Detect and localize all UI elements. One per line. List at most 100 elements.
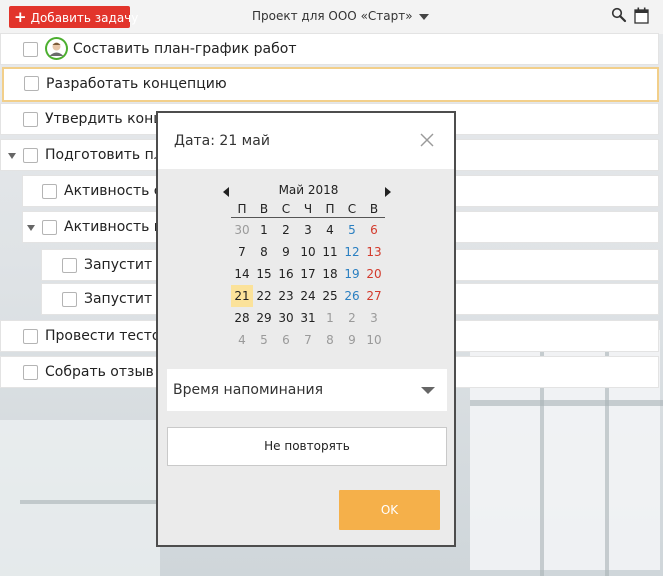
task-label: Подготовить пл	[45, 147, 163, 163]
calendar-week-row: 30 1 2 3 4 5 6	[231, 219, 385, 241]
task-row[interactable]: Составить план-график работ	[0, 33, 659, 65]
task-checkbox[interactable]	[62, 258, 77, 273]
task-checkbox[interactable]	[62, 292, 77, 307]
task-checkbox[interactable]	[23, 42, 38, 57]
task-checkbox[interactable]	[23, 365, 38, 380]
plus-icon: +	[14, 8, 27, 26]
date-dialog: Дата: 21 май Май 2018 ПВСЧПСВ 30 1 2 3 4 5 6 7 8…	[156, 111, 456, 547]
repeat-button[interactable]: Не повторять	[167, 427, 447, 466]
add-task-button[interactable]: + Добавить задачу	[9, 6, 138, 28]
calendar-day[interactable]: 5	[253, 329, 275, 351]
calendar-day[interactable]: 8	[319, 329, 341, 351]
calendar-day[interactable]: 1	[253, 219, 275, 241]
project-selector[interactable]: Проект для ООО «Старт»	[252, 9, 429, 23]
calendar-day[interactable]: 4	[231, 329, 253, 351]
task-checkbox[interactable]	[42, 220, 57, 235]
task-checkbox[interactable]	[42, 184, 57, 199]
calendar-week-row: 7 8 9 10 11 12 13	[231, 241, 385, 263]
calendar-icon[interactable]	[634, 7, 649, 24]
calendar-week-row: 21 22 23 24 25 26 27	[231, 285, 385, 307]
dialog-header: Дата: 21 май	[158, 113, 454, 169]
calendar-day[interactable]: 31	[297, 307, 319, 329]
top-toolbar: + Добавить задачу Проект для ООО «Старт»	[0, 0, 663, 34]
add-task-label: Добавить задачу	[30, 11, 139, 25]
caret-down-icon	[418, 13, 429, 20]
task-checkbox[interactable]	[24, 76, 39, 91]
calendar-day[interactable]: 10	[363, 329, 385, 351]
calendar-day[interactable]: 3	[363, 307, 385, 329]
ok-button[interactable]: OK	[339, 490, 440, 530]
task-label: Активность в	[64, 219, 163, 235]
calendar-weekdays: ПВСЧПСВ	[231, 202, 385, 216]
calendar-day[interactable]: 3	[297, 219, 319, 241]
calendar-day[interactable]: 8	[253, 241, 275, 263]
task-label: Запустит	[84, 291, 153, 307]
task-label: Составить план-график работ	[73, 41, 297, 57]
expand-toggle-icon[interactable]	[27, 225, 35, 231]
calendar-day[interactable]: 6	[275, 329, 297, 351]
calendar-day[interactable]: 18	[319, 263, 341, 285]
calendar-day[interactable]: 7	[297, 329, 319, 351]
calendar-day[interactable]: 2	[275, 219, 297, 241]
calendar-day[interactable]: 30	[231, 219, 253, 241]
task-label: Собрать отзыв	[45, 364, 154, 380]
calendar-day[interactable]: 16	[275, 263, 297, 285]
search-icon[interactable]	[611, 7, 627, 23]
task-label: Провести тесто	[45, 328, 161, 344]
calendar-day[interactable]: 1	[319, 307, 341, 329]
calendar-divider	[231, 217, 385, 218]
calendar-day[interactable]: 12	[341, 241, 363, 263]
calendar-day[interactable]: 26	[341, 285, 363, 307]
project-label: Проект для ООО «Старт»	[252, 9, 413, 23]
weekday-label: В	[259, 202, 269, 216]
calendar-day[interactable]: 4	[319, 219, 341, 241]
calendar-week-row: 28 29 30 31 1 2 3	[231, 307, 385, 329]
calendar-day[interactable]: 2	[341, 307, 363, 329]
calendar-day[interactable]: 6	[363, 219, 385, 241]
weekday-label: В	[369, 202, 379, 216]
weekday-label: Ч	[303, 202, 313, 216]
chevron-down-icon	[421, 387, 435, 394]
task-checkbox[interactable]	[23, 112, 38, 127]
calendar-day[interactable]: 9	[341, 329, 363, 351]
calendar-day[interactable]: 25	[319, 285, 341, 307]
calendar-day-selected[interactable]: 21	[231, 285, 253, 307]
calendar-day[interactable]: 22	[253, 285, 275, 307]
reminder-label: Время напоминания	[173, 382, 324, 398]
next-month-icon[interactable]	[385, 187, 391, 197]
calendar-day[interactable]: 23	[275, 285, 297, 307]
calendar-day[interactable]: 19	[341, 263, 363, 285]
calendar-day[interactable]: 14	[231, 263, 253, 285]
calendar-day[interactable]: 30	[275, 307, 297, 329]
task-label: Активность с	[64, 183, 162, 199]
calendar-day[interactable]: 11	[319, 241, 341, 263]
calendar-day[interactable]: 28	[231, 307, 253, 329]
weekday-label: С	[347, 202, 357, 216]
task-label: Запустит	[84, 257, 153, 273]
weekday-label: П	[325, 202, 335, 216]
calendar-day[interactable]: 29	[253, 307, 275, 329]
task-checkbox[interactable]	[23, 148, 38, 163]
task-checkbox[interactable]	[23, 329, 38, 344]
calendar-month-label: Май 2018	[278, 183, 339, 197]
calendar-day[interactable]: 5	[341, 219, 363, 241]
calendar-grid: 30 1 2 3 4 5 6 7 8 9 10 11 12 13 14 15 16 17 18 19 20 21 22 23 2…	[231, 219, 385, 351]
calendar-week-row: 4 5 6 7 8 9 10	[231, 329, 385, 351]
dialog-title: Дата: 21 май	[174, 133, 270, 149]
prev-month-icon[interactable]	[223, 187, 229, 197]
task-label: Разработать концепцию	[46, 76, 227, 92]
calendar-day[interactable]: 7	[231, 241, 253, 263]
calendar-day[interactable]: 27	[363, 285, 385, 307]
calendar-day[interactable]: 13	[363, 241, 385, 263]
weekday-label: С	[281, 202, 291, 216]
expand-toggle-icon[interactable]	[8, 153, 16, 159]
reminder-time-select[interactable]: Время напоминания	[167, 369, 447, 411]
close-icon[interactable]	[418, 131, 436, 149]
task-row-selected[interactable]: Разработать концепцию	[2, 67, 659, 102]
calendar-day[interactable]: 15	[253, 263, 275, 285]
calendar-day[interactable]: 20	[363, 263, 385, 285]
calendar-day[interactable]: 9	[275, 241, 297, 263]
calendar-day[interactable]: 24	[297, 285, 319, 307]
calendar-day[interactable]: 10	[297, 241, 319, 263]
calendar-day[interactable]: 17	[297, 263, 319, 285]
